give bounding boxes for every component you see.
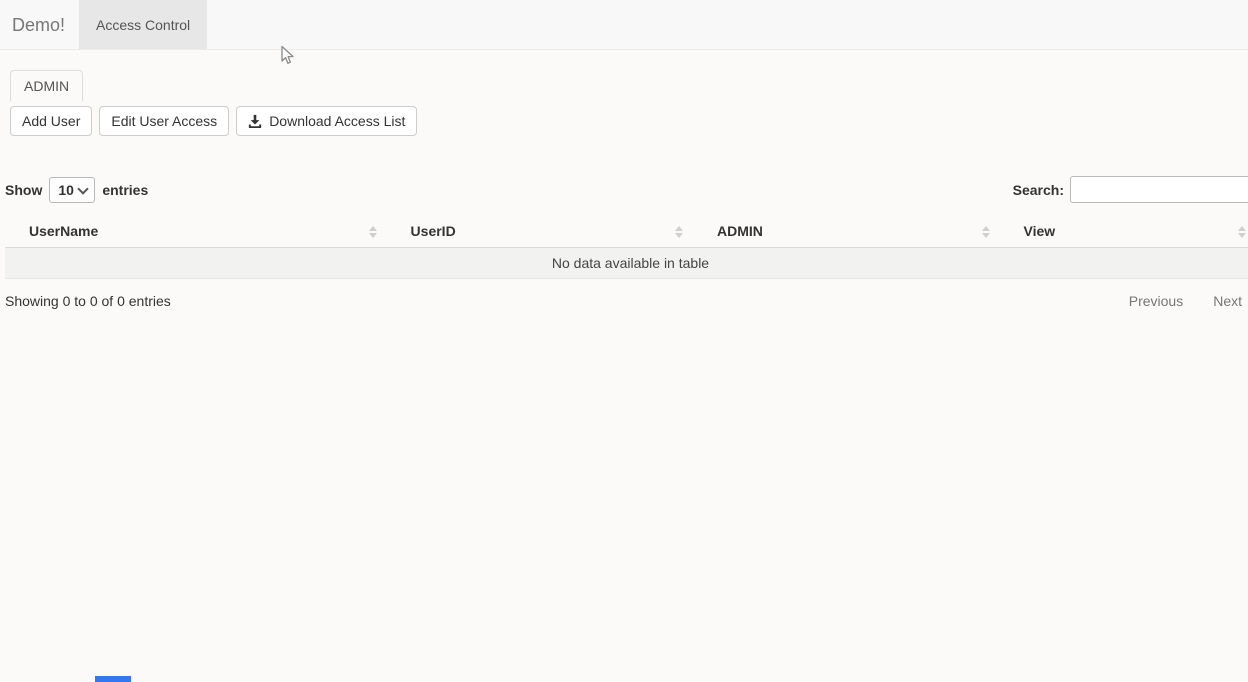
empty-table-row: No data available in table [5, 248, 1248, 279]
table-search-control: Search: [1013, 176, 1248, 203]
tab-admin[interactable]: ADMIN [10, 70, 83, 102]
access-table-wrapper: Show 10 entries Search: UserName [5, 176, 1248, 309]
top-navbar: Demo! Access Control [0, 0, 1248, 50]
entries-label: entries [102, 182, 148, 198]
sort-both-icon [1238, 226, 1246, 238]
search-label: Search: [1013, 182, 1064, 198]
brand-title: Demo! [0, 0, 79, 49]
sort-both-icon [675, 226, 683, 238]
table-length-control: Show 10 entries [5, 177, 148, 203]
download-access-list-button-label: Download Access List [269, 112, 405, 130]
column-header-username-label: UserName [29, 223, 98, 239]
column-header-admin-label: ADMIN [717, 223, 763, 239]
entries-per-page-select[interactable]: 10 [49, 177, 95, 203]
edit-user-access-button[interactable]: Edit User Access [99, 106, 229, 136]
sort-both-icon [982, 226, 990, 238]
add-user-button-label: Add User [22, 112, 80, 130]
column-header-userid[interactable]: UserID [387, 216, 693, 248]
toolbar: Add User Edit User Access Download Acces… [10, 106, 1248, 136]
column-header-view-label: View [1024, 223, 1056, 239]
add-user-button[interactable]: Add User [10, 106, 92, 136]
pagination: Previous Next [1129, 293, 1248, 309]
entries-select-wrap: 10 [49, 177, 95, 203]
download-icon [248, 114, 262, 128]
download-access-list-button[interactable]: Download Access List [236, 106, 417, 136]
table-info-text: Showing 0 to 0 of 0 entries [5, 293, 171, 309]
progress-bar-segment [95, 676, 131, 682]
previous-page-button[interactable]: Previous [1129, 293, 1183, 309]
next-page-button[interactable]: Next [1213, 293, 1242, 309]
sort-both-icon [369, 226, 377, 238]
empty-table-message: No data available in table [5, 248, 1248, 279]
search-input[interactable] [1070, 176, 1248, 203]
column-header-username[interactable]: UserName [5, 216, 387, 248]
column-header-admin[interactable]: ADMIN [693, 216, 999, 248]
nav-item-access-control[interactable]: Access Control [79, 0, 207, 49]
column-header-userid-label: UserID [411, 223, 456, 239]
access-table: UserName UserID ADMIN View [5, 216, 1248, 279]
column-header-view[interactable]: View [1000, 216, 1248, 248]
show-label: Show [5, 182, 42, 198]
role-tabs: ADMIN [10, 70, 1248, 102]
edit-user-access-button-label: Edit User Access [111, 112, 217, 130]
table-header-row: UserName UserID ADMIN View [5, 216, 1248, 248]
